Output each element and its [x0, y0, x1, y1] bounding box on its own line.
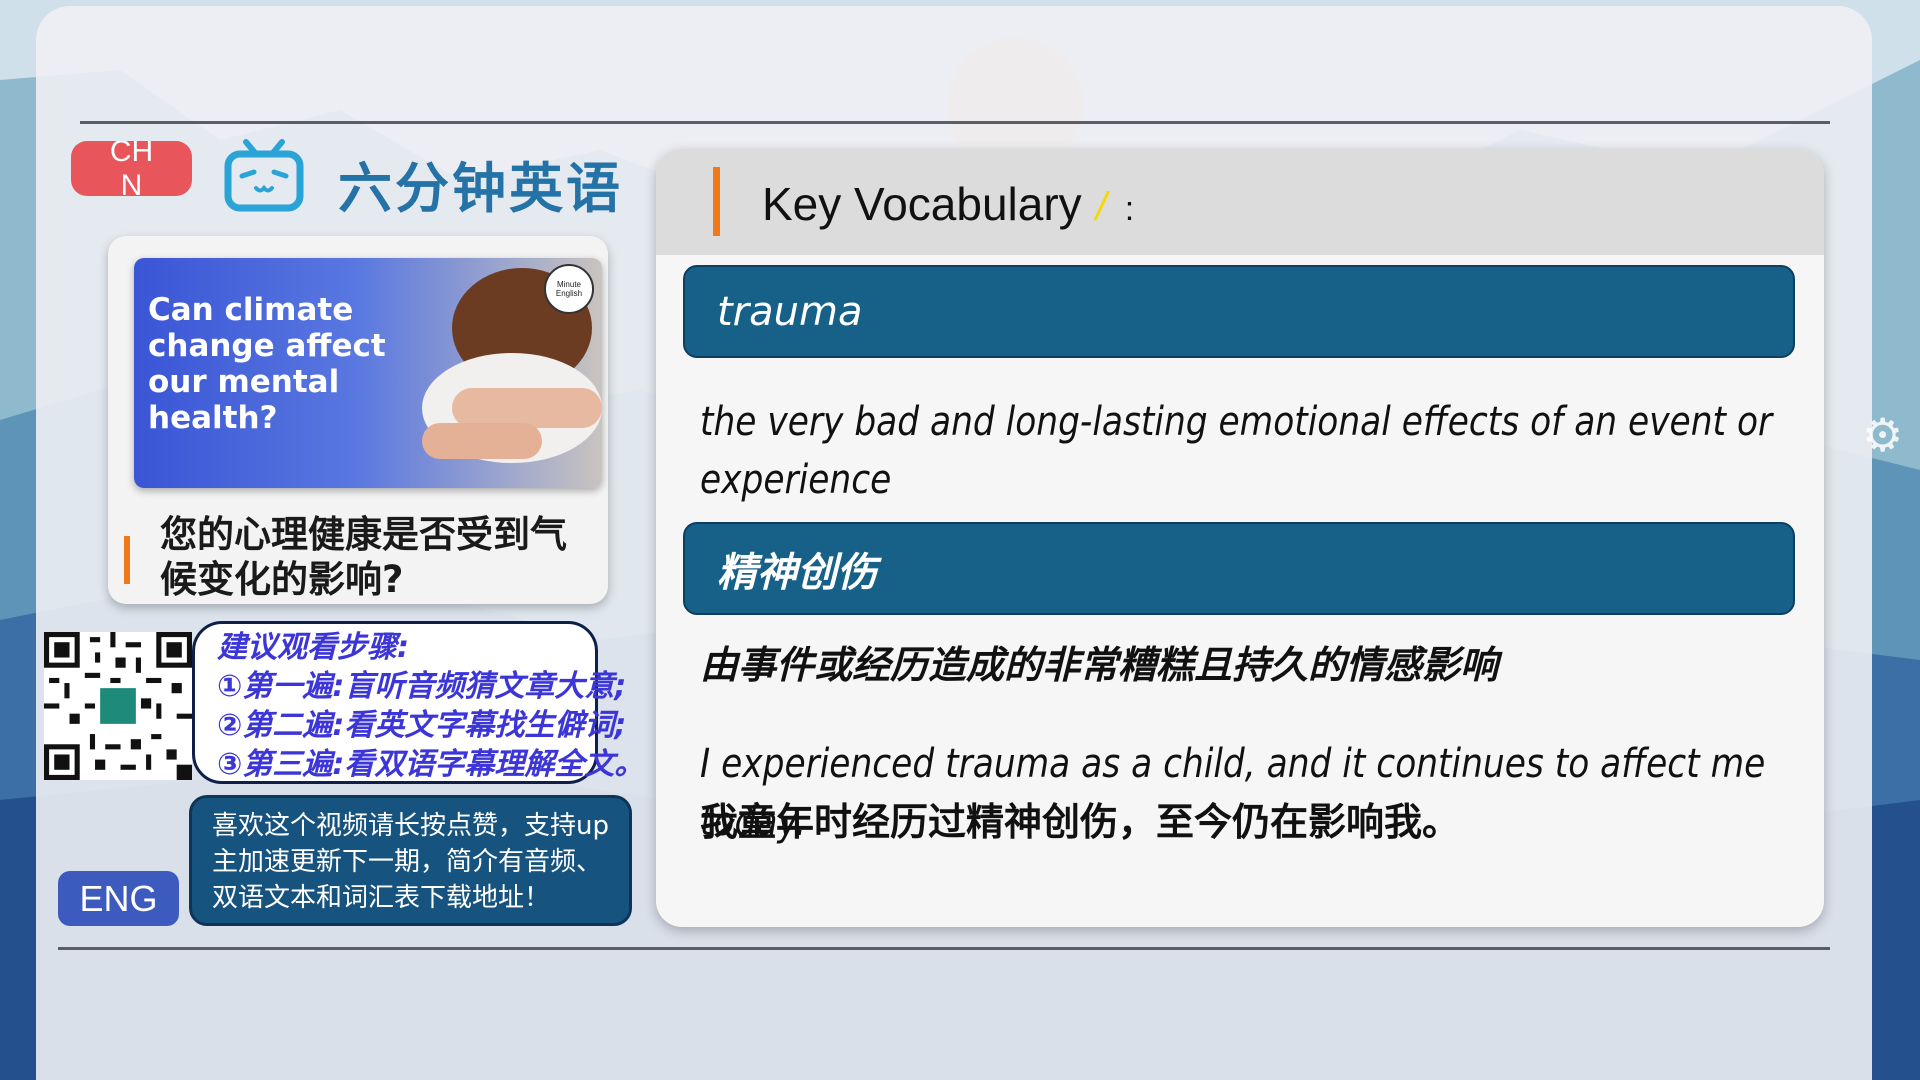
qr-code-icon[interactable] [44, 632, 192, 780]
eng-toggle-button[interactable]: ENG [58, 871, 179, 926]
step-1: ①第一遍:盲听音频猜文章大意; [217, 669, 627, 704]
term-chinese-bar: 精神创伤 [683, 522, 1795, 615]
chn-toggle-button[interactable]: CHN [71, 141, 192, 196]
header-accent-bar [713, 167, 720, 236]
term-chinese: 精神创伤 [717, 549, 877, 596]
tv-face-icon [224, 139, 304, 212]
bottom-divider [58, 947, 1830, 950]
vocabulary-header: Key Vocabulary /: [656, 149, 1824, 255]
vocabulary-heading: Key Vocabulary /: [762, 177, 1134, 231]
vocabulary-card: Key Vocabulary /: trauma the very bad and… [656, 149, 1824, 927]
thumbnail-headline: Can climate change affect our mental hea… [148, 292, 386, 436]
term-english-bar: trauma [683, 265, 1795, 358]
top-divider [80, 121, 1830, 124]
episode-thumbnail[interactable]: Can climate change affect our mental hea… [134, 258, 602, 488]
vocabulary-heading-text: Key Vocabulary [762, 178, 1082, 230]
text-cursor-mark: / [1095, 185, 1107, 229]
example-chinese: 我童年时经历过精神创伤，至今仍在影响我。 [700, 800, 1461, 844]
caption-accent-bar [124, 536, 130, 584]
promo-box: 喜欢这个视频请长按点赞，支持up主加速更新下一期，简介有音频、双语文本和词汇表下… [189, 795, 632, 926]
step-3: ③第三遍:看双语字幕理解全文。 [217, 747, 645, 782]
brand-title: 六分钟英语 [338, 157, 623, 220]
minute-english-badge: Minute English [544, 264, 594, 314]
episode-caption: 您的心理健康是否受到气候变化的影响? [160, 513, 567, 601]
step-2: ②第二遍:看英文字幕找生僻词; [217, 708, 627, 743]
definition-chinese: 由事件或经历造成的非常糟糕且持久的情感影响 [700, 643, 1499, 687]
steps-title: 建议观看步骤: [217, 630, 409, 665]
term-english: trauma [717, 288, 863, 335]
gear-icon[interactable]: ⚙ [1862, 408, 1903, 462]
definition-english: the very bad and long-lasting emotional … [700, 399, 1773, 503]
viewing-steps-box: 建议观看步骤: ①第一遍:盲听音频猜文章大意; ②第二遍:看英文字幕找生僻词; … [192, 621, 645, 784]
heading-colon: : [1124, 190, 1135, 228]
episode-card[interactable]: Can climate change affect our mental hea… [108, 236, 608, 604]
